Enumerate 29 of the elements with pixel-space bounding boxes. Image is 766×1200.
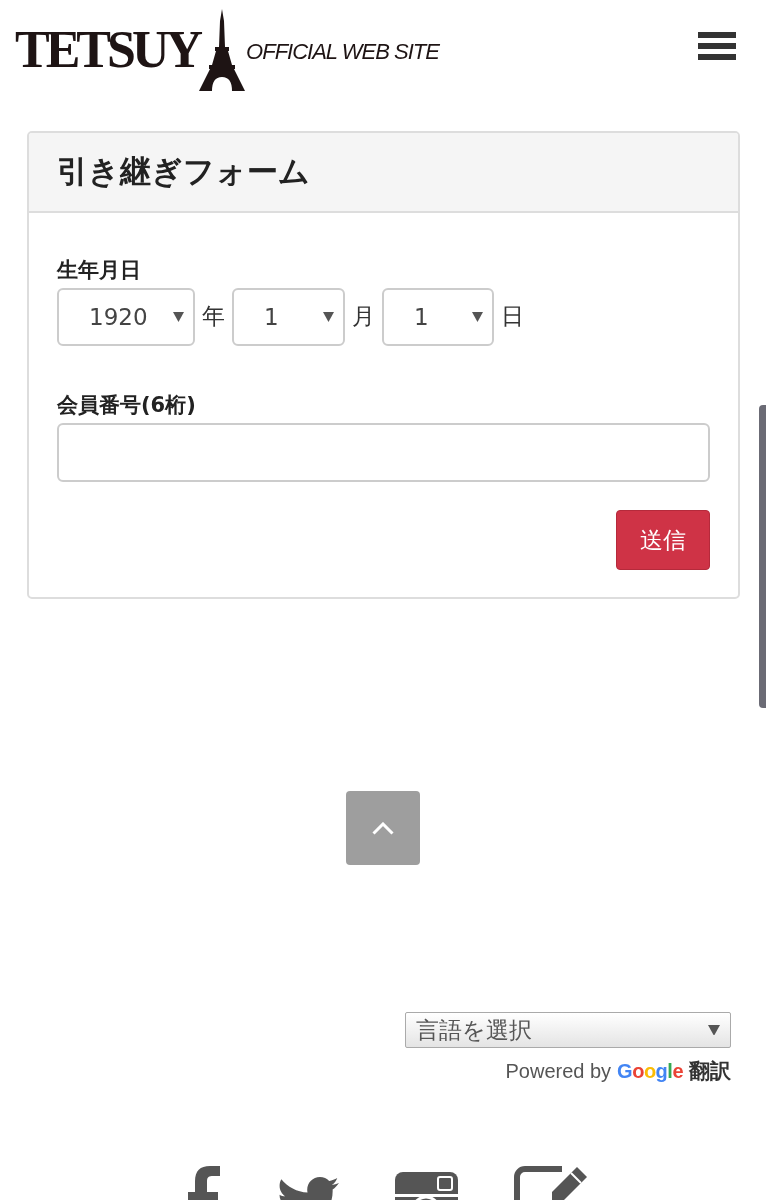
submit-button[interactable]: 送信	[616, 510, 710, 570]
scrollbar-thumb[interactable]	[759, 405, 766, 708]
field-label: 生年月日	[57, 257, 141, 283]
google-logo: Google	[617, 1059, 683, 1084]
unit-label: 月	[352, 303, 375, 331]
form-title: 引き継ぎフォーム	[57, 153, 310, 191]
unit-label: 年	[202, 303, 225, 331]
caret-icon	[323, 312, 334, 322]
month-select[interactable]: 1	[232, 288, 345, 346]
facebook-icon[interactable]	[185, 1166, 221, 1200]
unit-label: 日	[501, 303, 524, 331]
powered-by-text: Powered by	[505, 1059, 612, 1084]
member-number-field[interactable]	[57, 423, 710, 482]
caret-icon	[173, 312, 184, 322]
logo-wordmark: TETSUY	[15, 24, 200, 76]
language-select[interactable]: 言語を選択	[405, 1012, 731, 1048]
caret-icon	[472, 312, 483, 322]
tower-icon	[199, 9, 246, 91]
day-select[interactable]: 1	[382, 288, 494, 346]
year-select[interactable]: 1920	[57, 288, 195, 346]
site-tagline: OFFICIAL WEB SITE	[246, 39, 439, 65]
translate-label: 翻訳	[689, 1058, 731, 1084]
camera-icon[interactable]	[395, 1172, 458, 1200]
edit-icon[interactable]	[514, 1165, 589, 1200]
field-label: 会員番号(6桁)	[57, 392, 196, 418]
chevron-up-icon	[372, 821, 394, 835]
caret-icon	[708, 1024, 720, 1036]
menu-icon[interactable]	[698, 32, 736, 60]
twitter-icon[interactable]	[277, 1176, 339, 1200]
